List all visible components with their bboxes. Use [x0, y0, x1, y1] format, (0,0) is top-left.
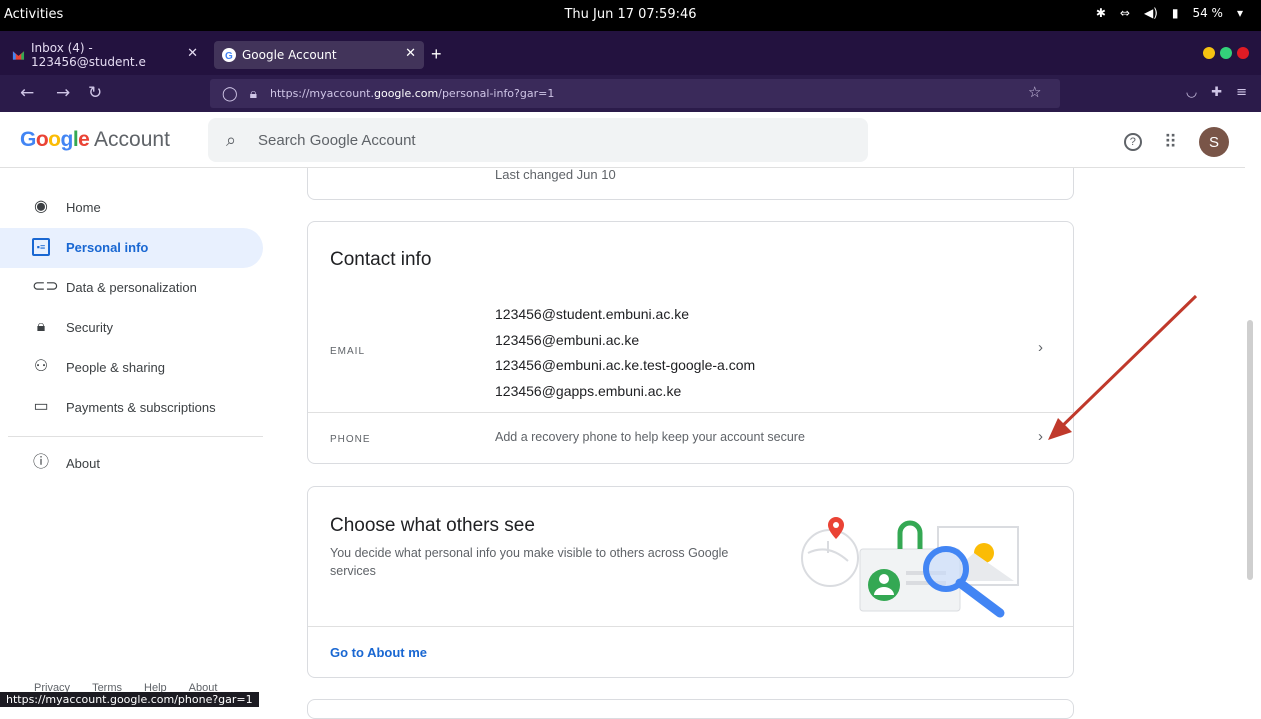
sidebar-item-label: Payments & subscriptions [66, 400, 216, 415]
phone-label: PHONE [330, 434, 371, 445]
tab-inbox[interactable]: Inbox (4) - 123456@student.e ✕ [4, 41, 206, 69]
browser-nav-bar: ← → ↻ https://myaccount. google.com/perso… [0, 75, 1261, 112]
tab-title: Inbox (4) - 123456@student.e [30, 41, 146, 69]
choose-others-see-card: Choose what others see You decide what p… [307, 486, 1074, 678]
back-icon[interactable]: ← [20, 83, 34, 103]
email-address: 123456@embuni.ac.ke.test-google-a.com [495, 357, 756, 373]
phone-hint: Add a recovery phone to help keep your a… [495, 430, 805, 444]
sidebar-item-data-personalization[interactable]: ⊂⊃ Data & personalization [0, 268, 263, 308]
google-icon: G [222, 48, 236, 62]
sidebar: ◉ Home ▪≡ Personal info ⊂⊃ Data & person… [0, 168, 275, 707]
sidebar-divider [8, 436, 263, 437]
info-icon: ⓘ [32, 454, 49, 471]
search-bar[interactable]: ⌕ Search Google Account [208, 118, 868, 162]
sidebar-item-personal-info[interactable]: ▪≡ Personal info [0, 228, 263, 268]
bluetooth-icon: ✱ [1095, 6, 1106, 20]
close-window-button[interactable] [1237, 47, 1249, 59]
bookmark-star-icon[interactable]: ☆ [1028, 83, 1041, 101]
go-to-about-me-link[interactable]: Go to About me [330, 645, 427, 660]
sidebar-item-label: About [66, 456, 100, 471]
shield-icon[interactable]: ◯ [222, 86, 238, 102]
system-top-bar: Activities Thu Jun 17 07:59:46 ✱ ⇔ ◀) ▮ … [0, 0, 1261, 31]
avatar[interactable]: S [1199, 127, 1229, 157]
id-card-icon: ▪≡ [32, 238, 50, 256]
sidebar-item-home[interactable]: ◉ Home [0, 188, 263, 228]
window-controls [1203, 47, 1249, 59]
system-clock[interactable]: Thu Jun 17 07:59:46 [0, 7, 1261, 22]
status-url: https://myaccount.google.com/phone?gar=1 [0, 692, 259, 707]
menu-icon[interactable]: ≡ [1236, 85, 1247, 100]
system-tray[interactable]: ✱ ⇔ ◀) ▮ 54 % ▾ [1096, 6, 1243, 20]
battery-icon: ▮ [1171, 6, 1179, 20]
next-card [307, 699, 1074, 719]
url-icons: ◯ 🔒︎ [222, 86, 257, 102]
url-domain: google.com [373, 87, 439, 100]
google-wordmark: Google [20, 128, 90, 151]
extension-icon[interactable]: ✚ [1211, 85, 1222, 100]
url-suffix: /personal-info?gar=1 [438, 87, 555, 100]
card-separator [308, 626, 1073, 627]
contact-info-title: Contact info [330, 249, 432, 270]
new-tab-button[interactable]: + [431, 44, 442, 65]
lock-icon: 🔒︎ [36, 318, 46, 335]
search-placeholder: Search Google Account [258, 131, 416, 149]
sidebar-item-people-sharing[interactable]: ⚇ People & sharing [0, 348, 263, 388]
close-tab-icon[interactable]: ✕ [187, 46, 198, 61]
search-icon[interactable]: ⌕ [226, 130, 236, 151]
toolbar-right: ◡ ✚ ≡ [1186, 85, 1247, 100]
others-description: You decide what personal info you make v… [330, 546, 729, 578]
pocket-icon[interactable]: ◡ [1186, 85, 1197, 100]
volume-icon: ◀) [1143, 6, 1158, 20]
svg-text:G: G [225, 51, 233, 62]
browser-tab-bar: Inbox (4) - 123456@student.e ✕ G Google … [0, 31, 1261, 75]
chevron-right-icon[interactable]: › [1038, 339, 1043, 356]
help-icon[interactable]: ? [1123, 133, 1142, 151]
people-icon: ⚇ [33, 358, 49, 375]
close-tab-icon[interactable]: ✕ [405, 46, 416, 61]
email-address: 123456@embuni.ac.ke [495, 331, 640, 348]
email-list: 123456@student.embuni.ac.ke 123456@embun… [495, 302, 755, 404]
sidebar-item-label: Security [66, 320, 113, 335]
privacy-illustration [801, 517, 1019, 618]
password-last-changed: Last changed Jun 10 [495, 167, 616, 182]
sidebar-item-payments[interactable]: ▭ Payments & subscriptions [0, 388, 263, 428]
url-prefix: https://myaccount. [270, 87, 374, 100]
header-actions: ? ⠿ S [1123, 127, 1229, 157]
sidebar-item-about[interactable]: ⓘ About [0, 444, 263, 484]
email-address: 123456@gapps.embuni.ac.ke [495, 382, 682, 399]
phone-row[interactable]: PHONE Add a recovery phone to help keep … [308, 412, 1073, 464]
email-label: EMAIL [330, 346, 366, 357]
sidebar-item-label: Home [66, 200, 101, 215]
minimize-button[interactable] [1203, 47, 1215, 59]
chevron-right-icon[interactable]: › [1038, 428, 1043, 445]
logo-account-text: Account [89, 128, 170, 151]
maximize-button[interactable] [1220, 47, 1232, 59]
email-address: 123456@student.embuni.ac.ke [495, 306, 690, 322]
tab-title: Google Account [242, 48, 337, 62]
scrollbar-thumb[interactable] [1247, 320, 1253, 580]
gmail-icon [12, 51, 25, 60]
sidebar-item-label: Data & personalization [66, 280, 197, 295]
reload-icon[interactable]: ↻ [88, 83, 102, 103]
account-circle-icon: ◉ [34, 198, 48, 215]
apps-grid-icon[interactable]: ⠿ [1164, 132, 1177, 153]
credit-card-icon: ▭ [33, 398, 49, 415]
sidebar-item-security[interactable]: 🔒︎ Security [0, 308, 263, 348]
app-header: Google Account ⌕ Search Google Account ?… [0, 112, 1245, 168]
chevron-down-icon: ▾ [1236, 6, 1243, 20]
sidebar-item-label: Personal info [66, 240, 149, 255]
url-bar[interactable]: https://myaccount. google.com/personal-in… [210, 79, 1060, 108]
toggle-icon: ⊂⊃ [32, 278, 59, 295]
lock-icon[interactable]: 🔒︎ [250, 86, 257, 102]
contact-info-card: Contact info EMAIL 123456@student.embuni… [307, 221, 1074, 464]
forward-icon[interactable]: → [56, 83, 70, 103]
battery-level: 54 % [1192, 6, 1223, 20]
sidebar-item-label: People & sharing [66, 360, 166, 375]
tab-google-account[interactable]: G Google Account ✕ [214, 41, 424, 69]
others-title: Choose what others see [330, 515, 535, 536]
google-account-logo[interactable]: Google Account [20, 128, 170, 152]
network-icon: ⇔ [1119, 6, 1130, 20]
